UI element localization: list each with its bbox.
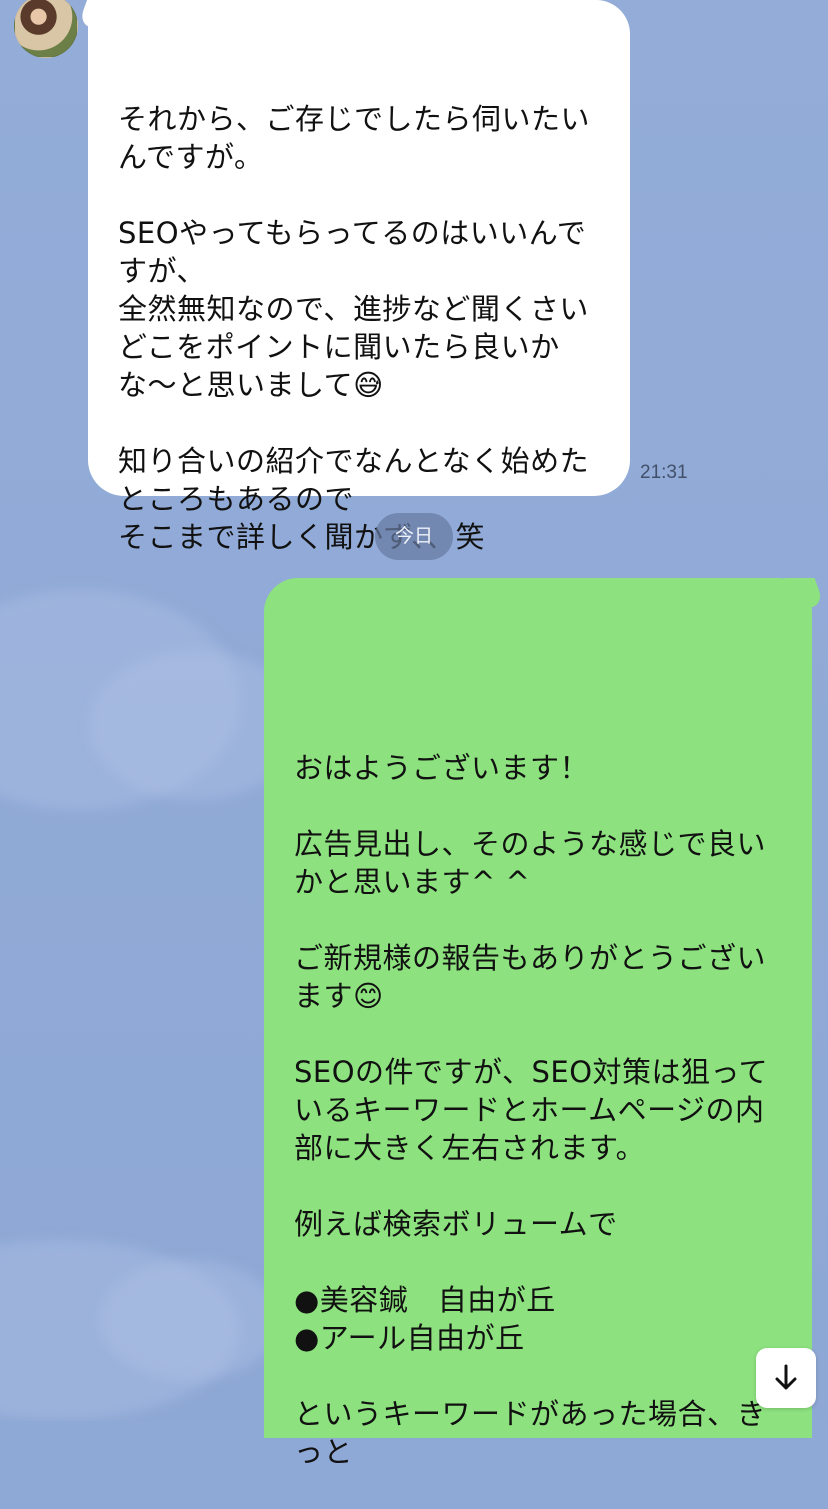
outgoing-message-bubble: おはようございます！ 広告見出し、そのような感じで良いかと思います^ ^ ご新規… [264,578,812,1469]
date-separator: 今日 [375,513,453,560]
message-time: 21:31 [640,462,688,483]
incoming-message-text: それから、ご存じでしたら伺いたいんですが。 SEOやってもらってるのはいいんです… [118,102,591,554]
outgoing-message-text: おはようございます！ 広告見出し、そのような感じで良いかと思います^ ^ ご新規… [294,751,769,1469]
scroll-to-bottom-button[interactable] [756,1348,816,1408]
arrow-down-icon [775,1364,797,1390]
background-cloud [100,1260,280,1380]
incoming-message-bubble: それから、ご存じでしたら伺いたいんですが。 SEOやってもらってるのはいいんです… [88,0,630,554]
